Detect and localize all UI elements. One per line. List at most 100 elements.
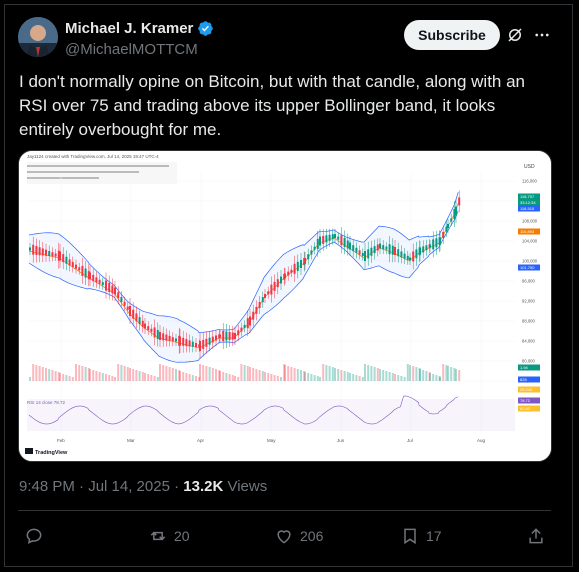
volume-bar bbox=[123, 366, 126, 381]
volume-bar bbox=[228, 374, 231, 381]
volume-bar bbox=[355, 375, 358, 381]
volume-bar bbox=[273, 375, 276, 381]
share-button[interactable] bbox=[526, 526, 546, 546]
more-options-icon[interactable] bbox=[533, 26, 551, 44]
volume-bar bbox=[240, 364, 243, 381]
volume-bar bbox=[447, 366, 449, 381]
volume-bar bbox=[225, 373, 228, 381]
candle-body bbox=[237, 330, 240, 336]
volume-bar bbox=[68, 376, 71, 381]
volume-bar bbox=[75, 364, 77, 381]
candle-body bbox=[331, 234, 334, 240]
like-button[interactable]: 206 bbox=[274, 526, 323, 546]
reply-button[interactable] bbox=[24, 526, 50, 546]
volume-bar bbox=[425, 371, 428, 381]
candle-body bbox=[409, 257, 411, 261]
candle-body bbox=[425, 245, 428, 251]
volume-bar bbox=[171, 368, 174, 381]
volume-bar bbox=[191, 375, 194, 381]
candle-body bbox=[231, 332, 234, 340]
volume-bar bbox=[162, 365, 165, 381]
candle-body bbox=[81, 265, 84, 276]
volume-bar bbox=[215, 369, 217, 381]
author-name[interactable]: Michael J. Kramer bbox=[65, 20, 193, 37]
volume-bar bbox=[41, 367, 44, 381]
candle-body bbox=[412, 251, 415, 262]
candle-body bbox=[415, 249, 418, 259]
volume-bar bbox=[135, 370, 138, 381]
price-tag-label: 118,515 bbox=[520, 206, 535, 211]
candle-body bbox=[334, 234, 336, 238]
volume-bar bbox=[458, 370, 461, 381]
volume-bar bbox=[373, 367, 376, 381]
price-axis-label: 84,000 bbox=[522, 339, 535, 344]
candle-body bbox=[276, 279, 279, 288]
candle-body bbox=[280, 276, 282, 284]
candle-body bbox=[195, 343, 197, 347]
candle-body bbox=[205, 338, 208, 347]
volume-bar bbox=[349, 373, 351, 381]
volume-bar bbox=[328, 366, 331, 381]
candle-body bbox=[337, 236, 340, 240]
candle-body bbox=[379, 243, 381, 249]
candle-body bbox=[41, 248, 44, 256]
price-axis-label: 104,000 bbox=[522, 239, 538, 244]
price-axis-label: 108,000 bbox=[522, 219, 538, 224]
candle-body bbox=[51, 252, 54, 257]
volume-bar bbox=[400, 376, 403, 381]
volume-bar bbox=[165, 366, 168, 381]
candle-body bbox=[171, 337, 174, 342]
volume-bar bbox=[409, 365, 411, 381]
volume-bar bbox=[54, 371, 57, 381]
volume-bar bbox=[403, 377, 406, 381]
volume-bar bbox=[219, 371, 221, 381]
candle-body bbox=[373, 246, 376, 254]
candle-body bbox=[429, 244, 431, 248]
volume-bar bbox=[129, 368, 131, 381]
volume-bar bbox=[300, 370, 302, 381]
volume-bar bbox=[385, 371, 388, 381]
volume-bar bbox=[231, 375, 234, 381]
volume-bar bbox=[150, 375, 153, 381]
candle-body bbox=[135, 313, 138, 322]
volume-bar bbox=[175, 369, 177, 381]
author-name-row[interactable]: Michael J. Kramer bbox=[65, 20, 214, 37]
candle-body bbox=[54, 253, 57, 257]
chart-currency: USD bbox=[524, 164, 535, 170]
candle-body bbox=[391, 245, 394, 255]
candle-body bbox=[211, 336, 214, 343]
volume-bar bbox=[376, 368, 379, 381]
volume-bar bbox=[267, 373, 270, 381]
grok-icon[interactable] bbox=[506, 26, 524, 44]
candle-body bbox=[352, 245, 355, 252]
rsi-pane bbox=[27, 395, 515, 431]
volume-bar bbox=[48, 369, 51, 381]
candle-body bbox=[208, 337, 211, 345]
candle-body bbox=[325, 235, 328, 243]
author-handle[interactable]: @MichaelMOTTCM bbox=[65, 41, 198, 58]
volume-bar bbox=[379, 369, 381, 381]
avatar[interactable] bbox=[18, 17, 58, 57]
volume-bar bbox=[188, 374, 191, 381]
candle-body bbox=[343, 237, 346, 247]
repost-button[interactable]: 20 bbox=[148, 526, 190, 546]
bookmark-button[interactable]: 17 bbox=[400, 526, 442, 546]
candle-body bbox=[129, 306, 131, 316]
tweet-timestamp[interactable]: 9:48 PM · Jul 14, 2025 · bbox=[19, 478, 183, 495]
candle-body bbox=[313, 246, 316, 250]
candle-body bbox=[358, 250, 361, 255]
chart-image[interactable]: Jay1124 created with TradingView.com, Ju… bbox=[18, 150, 552, 462]
candle-body bbox=[340, 235, 343, 246]
candle-body bbox=[304, 258, 306, 264]
candle-body bbox=[346, 240, 349, 249]
views-label: Views bbox=[223, 478, 268, 495]
tweet-meta: 9:48 PM · Jul 14, 2025 · 13.2K Views bbox=[19, 478, 267, 495]
candle-body bbox=[376, 244, 379, 251]
candle-body bbox=[458, 197, 461, 206]
volume-bar bbox=[168, 367, 171, 381]
volume-bar bbox=[84, 367, 87, 381]
candle-body bbox=[126, 306, 129, 310]
price-tag-label: 101,750 bbox=[520, 265, 535, 270]
candle-body bbox=[98, 279, 101, 284]
subscribe-button[interactable]: Subscribe bbox=[404, 20, 500, 50]
